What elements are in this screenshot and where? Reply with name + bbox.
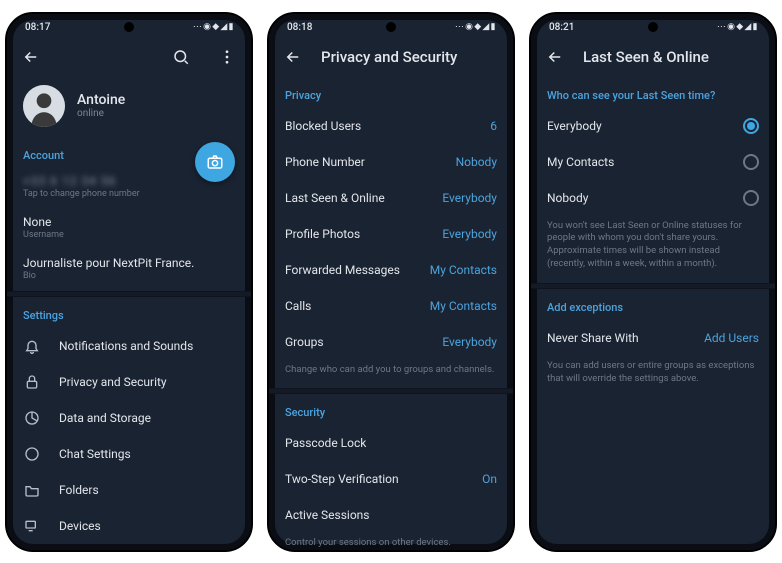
bio-value: Journaliste pour NextPit France.	[23, 256, 235, 270]
search-icon[interactable]	[171, 47, 191, 67]
settings-item-label: Data and Storage	[59, 411, 235, 425]
option-label: Nobody	[547, 191, 588, 205]
status-time: 08:18	[287, 22, 312, 33]
app-bar: Privacy and Security	[269, 37, 513, 77]
option-nobody[interactable]: Nobody	[531, 180, 775, 216]
who-hint: You won't see Last Seen or Online status…	[531, 216, 775, 283]
status-icons: ⋯ ◉ ◆ ◢ ▮	[717, 22, 757, 32]
settings-folders[interactable]: Folders	[7, 472, 251, 508]
privacy-last-seen[interactable]: Last Seen & OnlineEverybody	[269, 180, 513, 216]
status-time: 08:21	[549, 22, 574, 33]
privacy-forwarded[interactable]: Forwarded MessagesMy Contacts	[269, 252, 513, 288]
phone-number-hint: Tap to change phone number	[23, 189, 235, 199]
settings-privacy[interactable]: Privacy and Security	[7, 364, 251, 400]
username-value: None	[23, 215, 235, 229]
bell-icon	[23, 337, 41, 355]
avatar	[23, 85, 65, 127]
option-everybody[interactable]: Everybody	[531, 108, 775, 144]
security-hint: Control your sessions on other devices.	[269, 533, 513, 551]
settings-header: Settings	[7, 297, 251, 328]
security-header: Security	[269, 394, 513, 425]
profile-status: online	[77, 108, 125, 119]
privacy-calls[interactable]: CallsMy Contacts	[269, 288, 513, 324]
devices-icon	[23, 517, 41, 535]
status-icons: ⋯ ◉ ◆ ◢ ▮	[455, 22, 495, 32]
phone-privacy-security: 08:18 ⋯ ◉ ◆ ◢ ▮ Privacy and Security Pri…	[267, 12, 515, 552]
exception-label: Never Share With	[547, 331, 686, 345]
status-time: 08:17	[25, 22, 50, 33]
settings-chat[interactable]: Chat Settings	[7, 436, 251, 472]
username-row[interactable]: None Username	[7, 209, 251, 250]
page-title: Last Seen & Online	[583, 48, 761, 66]
back-icon[interactable]	[283, 47, 303, 67]
phone-number-row[interactable]: +33 6 12 34 56 Tap to change phone numbe…	[7, 168, 251, 209]
who-header: Who can see your Last Seen time?	[531, 77, 775, 108]
exception-value: Add Users	[704, 331, 759, 345]
settings-devices[interactable]: Devices	[7, 508, 251, 544]
chat-icon	[23, 445, 41, 463]
privacy-profile-photos[interactable]: Profile PhotosEverybody	[269, 216, 513, 252]
pie-icon	[23, 409, 41, 427]
profile-header[interactable]: Antoine online	[7, 77, 251, 137]
privacy-blocked-users[interactable]: Blocked Users6	[269, 108, 513, 144]
settings-language[interactable]: Language	[7, 544, 251, 552]
app-bar: Last Seen & Online	[531, 37, 775, 77]
lock-icon	[23, 373, 41, 391]
exceptions-hint: You can add users or entire groups as ex…	[531, 356, 775, 398]
privacy-groups[interactable]: GroupsEverybody	[269, 324, 513, 360]
bio-hint: Bio	[23, 271, 235, 281]
security-active-sessions[interactable]: Active Sessions	[269, 497, 513, 533]
security-two-step[interactable]: Two-Step VerificationOn	[269, 461, 513, 497]
option-label: Everybody	[547, 119, 602, 133]
radio-icon	[743, 154, 759, 170]
phone-last-seen: 08:21 ⋯ ◉ ◆ ◢ ▮ Last Seen & Online Who c…	[529, 12, 777, 552]
settings-item-label: Chat Settings	[59, 447, 235, 461]
camera-notch	[648, 22, 658, 32]
security-passcode[interactable]: Passcode Lock	[269, 425, 513, 461]
exceptions-header: Add exceptions	[531, 289, 775, 320]
option-my-contacts[interactable]: My Contacts	[531, 144, 775, 180]
privacy-hint: Change who can add you to groups and cha…	[269, 360, 513, 389]
page-title: Privacy and Security	[321, 48, 499, 66]
folder-icon	[23, 481, 41, 499]
settings-item-label: Devices	[59, 519, 235, 533]
radio-icon	[743, 190, 759, 206]
more-icon[interactable]	[217, 47, 237, 67]
settings-notifications[interactable]: Notifications and Sounds	[7, 328, 251, 364]
radio-icon	[743, 118, 759, 134]
back-icon[interactable]	[545, 47, 565, 67]
privacy-phone-number[interactable]: Phone NumberNobody	[269, 144, 513, 180]
phone-number-value: +33 6 12 34 56	[23, 174, 235, 188]
back-icon[interactable]	[21, 47, 41, 67]
profile-name: Antoine	[77, 92, 125, 108]
option-label: My Contacts	[547, 155, 614, 169]
settings-item-label: Privacy and Security	[59, 375, 235, 389]
app-bar	[7, 37, 251, 77]
bio-row[interactable]: Journaliste pour NextPit France. Bio	[7, 250, 251, 291]
camera-notch	[124, 22, 134, 32]
privacy-header: Privacy	[269, 77, 513, 108]
never-share-with[interactable]: Never Share With Add Users	[531, 320, 775, 356]
status-icons: ⋯ ◉ ◆ ◢ ▮	[193, 22, 233, 32]
camera-notch	[386, 22, 396, 32]
username-hint: Username	[23, 230, 235, 240]
settings-item-label: Notifications and Sounds	[59, 339, 235, 353]
settings-item-label: Folders	[59, 483, 235, 497]
phone-settings-profile: 08:17 ⋯ ◉ ◆ ◢ ▮ Antoine online Account +…	[5, 12, 253, 552]
settings-data-storage[interactable]: Data and Storage	[7, 400, 251, 436]
